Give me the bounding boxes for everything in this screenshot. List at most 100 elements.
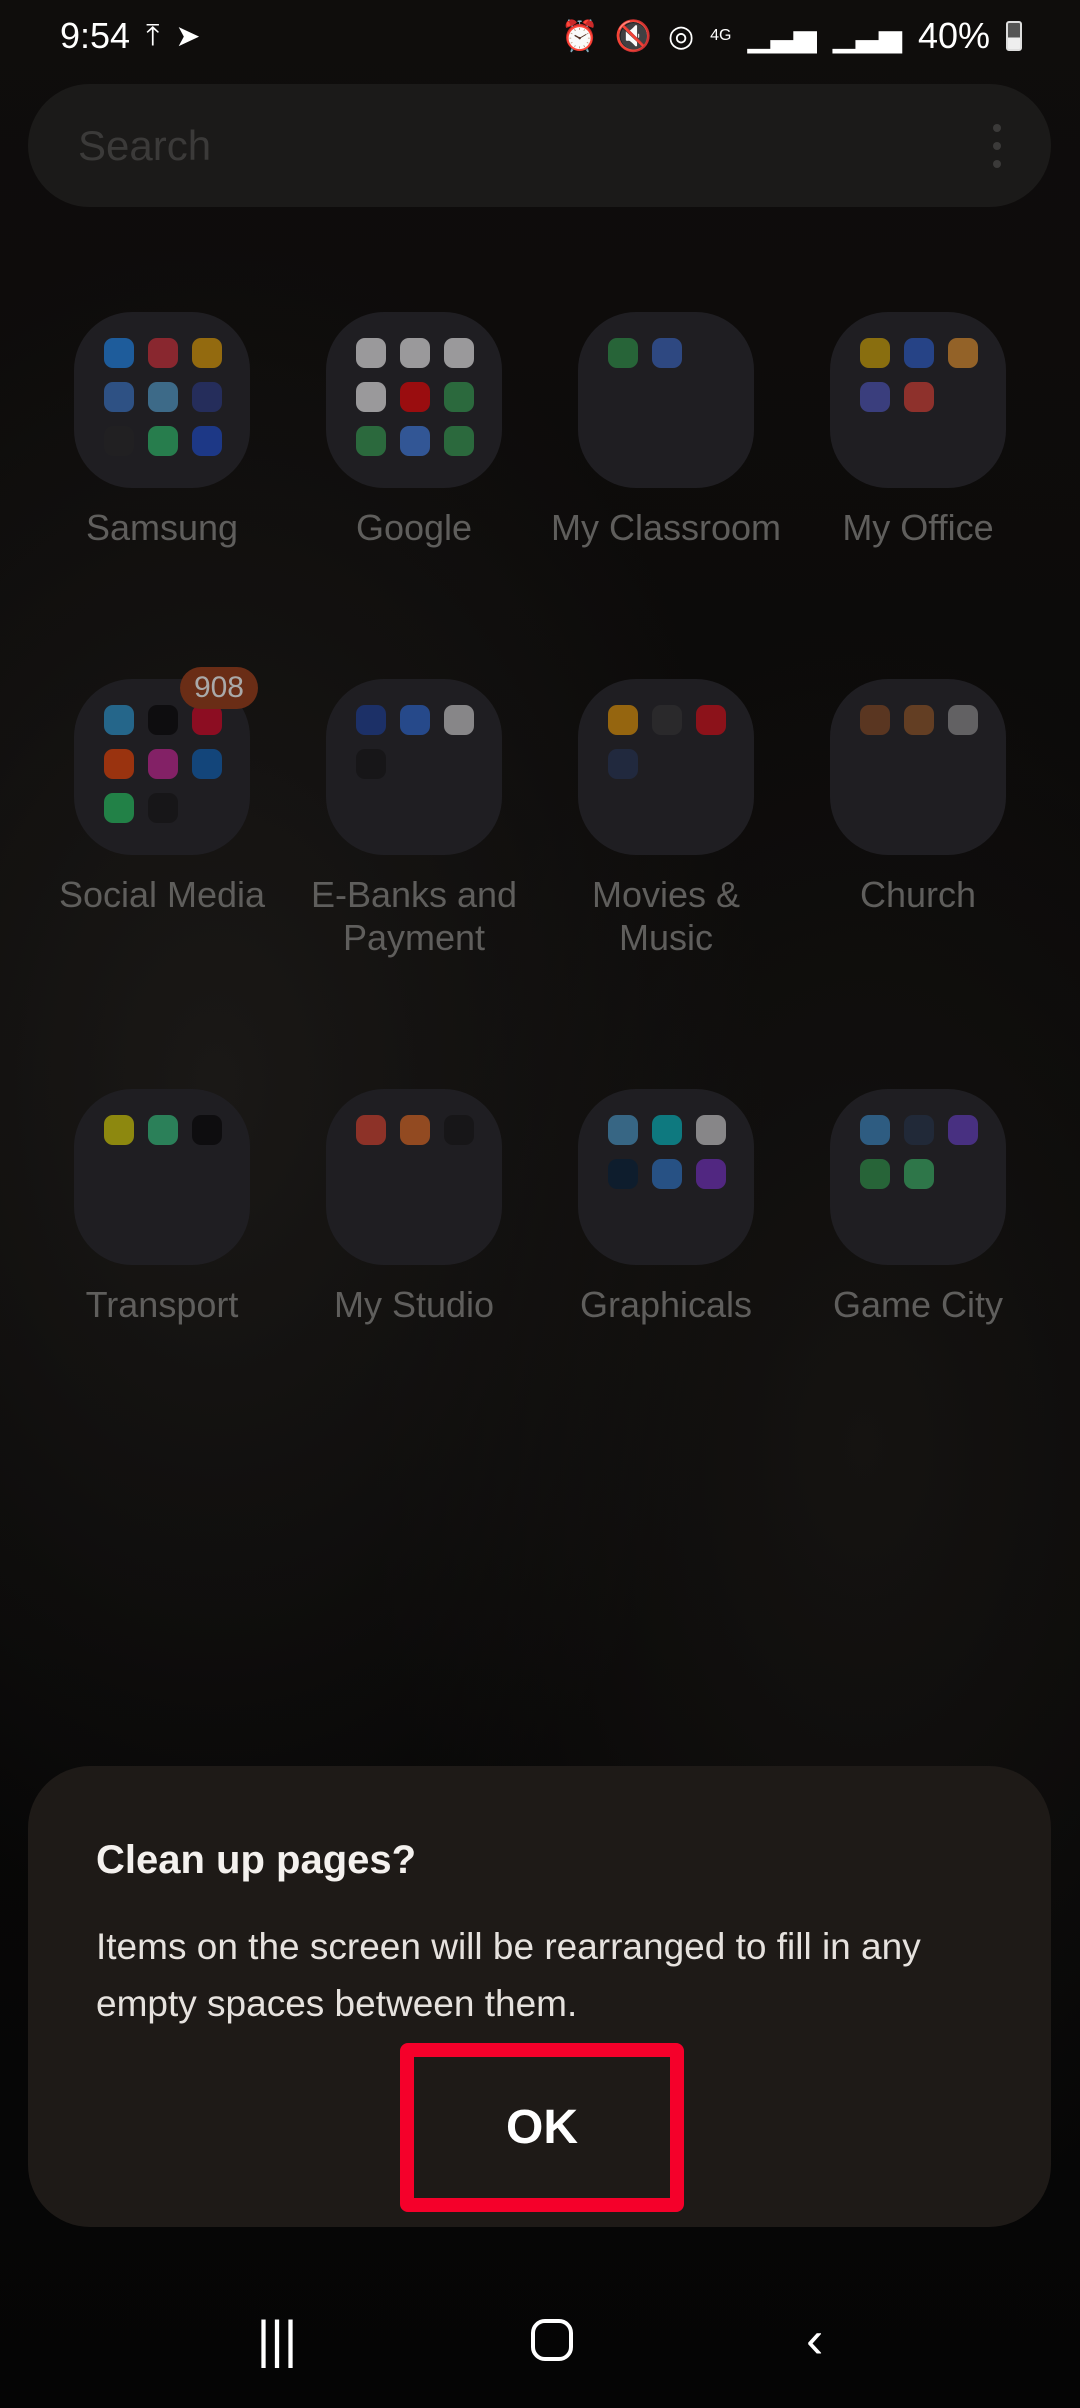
- search-bar[interactable]: Search: [28, 84, 1051, 207]
- folder-game-city[interactable]: Game City: [792, 1089, 1044, 1326]
- folder-church[interactable]: Church: [792, 679, 1044, 959]
- alarm-icon: ⏰: [561, 19, 599, 53]
- folder-icon[interactable]: [830, 679, 1006, 855]
- app-icon: [860, 1159, 890, 1189]
- app-icon: [356, 338, 386, 368]
- telegram-icon: ➤: [175, 19, 201, 53]
- folder-icon[interactable]: [326, 1089, 502, 1265]
- folder-label: E-Banks and Payment: [310, 874, 518, 958]
- app-icon: [652, 1115, 682, 1145]
- clock: 9:54: [60, 15, 131, 56]
- app-icon: [904, 1159, 934, 1189]
- folder-label: Graphicals: [579, 1284, 753, 1325]
- notification-badge: 908: [179, 667, 258, 709]
- folder-e-banks-and-payment[interactable]: E-Banks and Payment: [288, 679, 540, 959]
- folder-my-studio[interactable]: My Studio: [288, 1089, 540, 1326]
- back-button[interactable]: ‹: [806, 2310, 823, 2370]
- ok-button[interactable]: OK: [400, 2043, 684, 2212]
- app-icon: [148, 749, 178, 779]
- app-icon: [904, 338, 934, 368]
- status-bar: 9:54 ⤒ ➤ ⏰ 🔇 ◎ 4G ▁▃▅ ▁▃▅ 40%: [0, 0, 1080, 72]
- folder-samsung[interactable]: Samsung: [36, 312, 288, 549]
- folder-graphicals[interactable]: Graphicals: [540, 1089, 792, 1326]
- app-icon: [444, 426, 474, 456]
- folder-grid: Samsung Google My Classroom My Office 908 Soc…: [0, 312, 1080, 1326]
- folder-icon[interactable]: [830, 312, 1006, 488]
- app-icon: [444, 1115, 474, 1145]
- app-icon: [400, 382, 430, 412]
- app-icon: [148, 793, 178, 823]
- app-icon: [608, 338, 638, 368]
- folder-icon[interactable]: [74, 312, 250, 488]
- signal-icon: ▁▃▅: [832, 19, 902, 53]
- app-icon: [948, 338, 978, 368]
- app-icon: [400, 1115, 430, 1145]
- folder-label: Google: [355, 507, 473, 548]
- folder-icon[interactable]: [578, 1089, 754, 1265]
- more-vertical-icon[interactable]: [993, 123, 1001, 168]
- home-button[interactable]: [530, 2319, 573, 2361]
- app-icon: [104, 426, 134, 456]
- app-icon: [104, 793, 134, 823]
- app-icon: [652, 1159, 682, 1189]
- app-icon: [356, 382, 386, 412]
- app-icon: [356, 705, 386, 735]
- app-icon: [356, 1115, 386, 1145]
- app-icon: [400, 705, 430, 735]
- app-icon: [860, 705, 890, 735]
- dialog-title: Clean up pages?: [96, 1838, 417, 1882]
- app-icon: [948, 705, 978, 735]
- app-icon: [192, 382, 222, 412]
- folder-label: Movies & Music: [591, 874, 741, 958]
- app-icon: [444, 705, 474, 735]
- app-icon: [696, 1115, 726, 1145]
- app-icon: [104, 338, 134, 368]
- app-icon: [860, 338, 890, 368]
- app-icon: [608, 1115, 638, 1145]
- folder-my-office[interactable]: My Office: [792, 312, 1044, 549]
- hotspot-icon: ◎: [667, 19, 695, 53]
- folder-label: My Studio: [333, 1284, 495, 1325]
- app-icon: [192, 1115, 222, 1145]
- recents-button[interactable]: |||: [257, 2310, 298, 2370]
- folder-label: Game City: [832, 1284, 1004, 1325]
- app-icon: [104, 705, 134, 735]
- app-icon: [148, 1115, 178, 1145]
- app-icon: [860, 1115, 890, 1145]
- folder-label: Church: [859, 874, 977, 915]
- app-icon: [192, 426, 222, 456]
- folder-icon[interactable]: [578, 679, 754, 855]
- app-icon: [400, 426, 430, 456]
- folder-label: My Classroom: [550, 507, 782, 548]
- app-icon: [356, 749, 386, 779]
- folder-movies-music[interactable]: Movies & Music: [540, 679, 792, 959]
- folder-google[interactable]: Google: [288, 312, 540, 549]
- folder-icon[interactable]: [578, 312, 754, 488]
- folder-social-media[interactable]: 908 Social Media: [36, 667, 288, 959]
- app-icon: [608, 749, 638, 779]
- app-icon: [608, 1159, 638, 1189]
- signal-icon: ▁▃▅: [747, 19, 817, 53]
- app-icon: [860, 382, 890, 412]
- app-icon: [148, 705, 178, 735]
- folder-icon[interactable]: [830, 1089, 1006, 1265]
- folder-icon[interactable]: [326, 679, 502, 855]
- navigation-bar: ||| ‹: [0, 2300, 1080, 2380]
- folder-transport[interactable]: Transport: [36, 1089, 288, 1326]
- app-icon: [104, 1115, 134, 1145]
- folder-label: Transport: [85, 1284, 239, 1325]
- app-icon: [948, 1115, 978, 1145]
- app-icon: [192, 705, 222, 735]
- app-icon: [652, 705, 682, 735]
- folder-my-classroom[interactable]: My Classroom: [540, 312, 792, 549]
- app-icon: [444, 382, 474, 412]
- battery-icon: [1006, 21, 1022, 51]
- folder-icon[interactable]: [74, 1089, 250, 1265]
- folder-label: Social Media: [58, 874, 266, 915]
- folder-icon[interactable]: [326, 312, 502, 488]
- app-icon: [148, 338, 178, 368]
- app-icon: [104, 382, 134, 412]
- app-icon: [192, 749, 222, 779]
- mute-icon: 🔇: [614, 19, 652, 53]
- app-icon: [444, 338, 474, 368]
